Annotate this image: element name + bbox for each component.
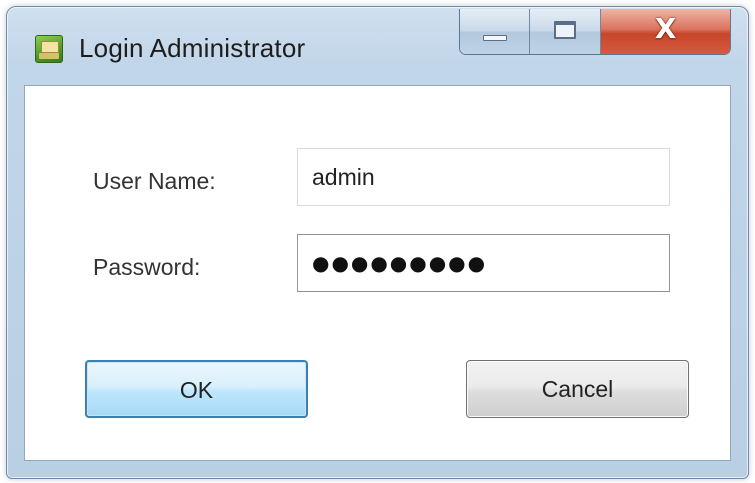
- maximize-icon: [554, 21, 577, 39]
- login-dialog-window: Login Administrator X User Name: Passwor…: [6, 6, 749, 479]
- username-label: User Name:: [93, 168, 216, 194]
- maximize-button[interactable]: [530, 9, 601, 54]
- minimize-button[interactable]: [460, 9, 531, 54]
- dialog-client-area: User Name: Password: ●●●●●●●●● OK Cancel: [24, 85, 731, 461]
- minimize-icon: [483, 35, 507, 41]
- username-input[interactable]: [297, 148, 670, 206]
- password-input[interactable]: ●●●●●●●●●: [297, 234, 670, 292]
- title-bar[interactable]: Login Administrator X: [7, 7, 748, 85]
- ok-button[interactable]: OK: [85, 360, 308, 418]
- window-title: Login Administrator: [79, 33, 306, 63]
- cancel-button[interactable]: Cancel: [466, 360, 689, 418]
- close-button[interactable]: X: [600, 9, 730, 54]
- caption-buttons: X: [459, 9, 731, 55]
- app-icon: [35, 35, 63, 63]
- password-label: Password:: [93, 254, 201, 280]
- close-icon: X: [654, 12, 677, 45]
